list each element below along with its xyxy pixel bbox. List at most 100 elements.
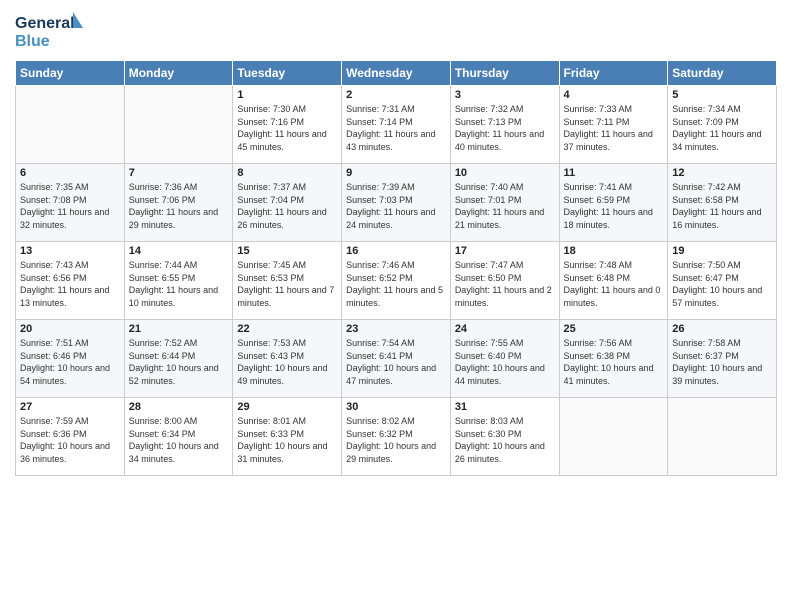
calendar-cell: 29 Sunrise: 8:01 AM Sunset: 6:33 PM Dayli… — [233, 398, 342, 476]
day-number: 10 — [455, 167, 555, 179]
day-info: Sunrise: 7:59 AM Sunset: 6:36 PM Dayligh… — [20, 415, 120, 465]
calendar-cell — [668, 398, 777, 476]
calendar-cell: 24 Sunrise: 7:55 AM Sunset: 6:40 PM Dayli… — [450, 320, 559, 398]
day-info: Sunrise: 7:39 AM Sunset: 7:03 PM Dayligh… — [346, 181, 446, 231]
calendar-cell: 27 Sunrise: 7:59 AM Sunset: 6:36 PM Dayli… — [16, 398, 125, 476]
calendar-header-thursday: Thursday — [450, 61, 559, 86]
day-info: Sunrise: 7:31 AM Sunset: 7:14 PM Dayligh… — [346, 103, 446, 153]
calendar-week-row: 1 Sunrise: 7:30 AM Sunset: 7:16 PM Daylig… — [16, 86, 777, 164]
day-number: 27 — [20, 401, 120, 413]
day-info: Sunrise: 7:46 AM Sunset: 6:52 PM Dayligh… — [346, 259, 446, 309]
calendar-cell: 21 Sunrise: 7:52 AM Sunset: 6:44 PM Dayli… — [124, 320, 233, 398]
day-number: 20 — [20, 323, 120, 335]
calendar-cell: 7 Sunrise: 7:36 AM Sunset: 7:06 PM Daylig… — [124, 164, 233, 242]
calendar-header-row: SundayMondayTuesdayWednesdayThursdayFrid… — [16, 61, 777, 86]
day-info: Sunrise: 7:36 AM Sunset: 7:06 PM Dayligh… — [129, 181, 229, 231]
calendar-cell: 9 Sunrise: 7:39 AM Sunset: 7:03 PM Daylig… — [342, 164, 451, 242]
day-number: 13 — [20, 245, 120, 257]
calendar-cell: 26 Sunrise: 7:58 AM Sunset: 6:37 PM Dayli… — [668, 320, 777, 398]
calendar-cell: 13 Sunrise: 7:43 AM Sunset: 6:56 PM Dayli… — [16, 242, 125, 320]
calendar-cell: 30 Sunrise: 8:02 AM Sunset: 6:32 PM Dayli… — [342, 398, 451, 476]
calendar-header-tuesday: Tuesday — [233, 61, 342, 86]
day-number: 18 — [564, 245, 664, 257]
day-info: Sunrise: 7:47 AM Sunset: 6:50 PM Dayligh… — [455, 259, 555, 309]
calendar-cell: 6 Sunrise: 7:35 AM Sunset: 7:08 PM Daylig… — [16, 164, 125, 242]
day-info: Sunrise: 7:32 AM Sunset: 7:13 PM Dayligh… — [455, 103, 555, 153]
calendar-cell: 23 Sunrise: 7:54 AM Sunset: 6:41 PM Dayli… — [342, 320, 451, 398]
day-number: 23 — [346, 323, 446, 335]
svg-text:General: General — [15, 15, 75, 32]
day-number: 17 — [455, 245, 555, 257]
day-number: 9 — [346, 167, 446, 179]
logo: GeneralBlue — [15, 10, 85, 52]
calendar-cell: 17 Sunrise: 7:47 AM Sunset: 6:50 PM Dayli… — [450, 242, 559, 320]
page-header: GeneralBlue — [15, 10, 777, 52]
calendar-cell: 4Sunrise: 7:33 AM Sunset: 7:11 PM Daylig… — [559, 86, 668, 164]
calendar-cell — [559, 398, 668, 476]
logo-svg: GeneralBlue — [15, 10, 85, 52]
day-info: Sunrise: 7:56 AM Sunset: 6:38 PM Dayligh… — [564, 337, 664, 387]
day-number: 14 — [129, 245, 229, 257]
day-info: Sunrise: 7:40 AM Sunset: 7:01 PM Dayligh… — [455, 181, 555, 231]
day-info: Sunrise: 8:03 AM Sunset: 6:30 PM Dayligh… — [455, 415, 555, 465]
calendar-table: SundayMondayTuesdayWednesdayThursdayFrid… — [15, 60, 777, 476]
day-info: Sunrise: 7:43 AM Sunset: 6:56 PM Dayligh… — [20, 259, 120, 309]
day-number: 24 — [455, 323, 555, 335]
calendar-cell: 11Sunrise: 7:41 AM Sunset: 6:59 PM Dayli… — [559, 164, 668, 242]
day-info: Sunrise: 8:01 AM Sunset: 6:33 PM Dayligh… — [237, 415, 337, 465]
day-info: Sunrise: 7:51 AM Sunset: 6:46 PM Dayligh… — [20, 337, 120, 387]
calendar-cell: 12Sunrise: 7:42 AM Sunset: 6:58 PM Dayli… — [668, 164, 777, 242]
calendar-cell — [124, 86, 233, 164]
calendar-cell: 31 Sunrise: 8:03 AM Sunset: 6:30 PM Dayli… — [450, 398, 559, 476]
day-info: Sunrise: 7:44 AM Sunset: 6:55 PM Dayligh… — [129, 259, 229, 309]
day-number: 25 — [564, 323, 664, 335]
day-info: Sunrise: 7:53 AM Sunset: 6:43 PM Dayligh… — [237, 337, 337, 387]
calendar-cell: 18 Sunrise: 7:48 AM Sunset: 6:48 PM Dayli… — [559, 242, 668, 320]
day-info: Sunrise: 7:35 AM Sunset: 7:08 PM Dayligh… — [20, 181, 120, 231]
calendar-week-row: 13 Sunrise: 7:43 AM Sunset: 6:56 PM Dayli… — [16, 242, 777, 320]
calendar-cell: 1 Sunrise: 7:30 AM Sunset: 7:16 PM Daylig… — [233, 86, 342, 164]
day-number: 19 — [672, 245, 772, 257]
day-number: 6 — [20, 167, 120, 179]
day-number: 29 — [237, 401, 337, 413]
day-number: 7 — [129, 167, 229, 179]
day-number: 21 — [129, 323, 229, 335]
day-info: Sunrise: 7:30 AM Sunset: 7:16 PM Dayligh… — [237, 103, 337, 153]
calendar-cell: 20 Sunrise: 7:51 AM Sunset: 6:46 PM Dayli… — [16, 320, 125, 398]
day-number: 15 — [237, 245, 337, 257]
calendar-cell: 16 Sunrise: 7:46 AM Sunset: 6:52 PM Dayli… — [342, 242, 451, 320]
day-number: 16 — [346, 245, 446, 257]
day-info: Sunrise: 7:54 AM Sunset: 6:41 PM Dayligh… — [346, 337, 446, 387]
calendar-header-sunday: Sunday — [16, 61, 125, 86]
calendar-cell: 10 Sunrise: 7:40 AM Sunset: 7:01 PM Dayli… — [450, 164, 559, 242]
day-number: 2 — [346, 89, 446, 101]
calendar-cell: 2 Sunrise: 7:31 AM Sunset: 7:14 PM Daylig… — [342, 86, 451, 164]
day-info: Sunrise: 7:37 AM Sunset: 7:04 PM Dayligh… — [237, 181, 337, 231]
day-info: Sunrise: 7:50 AM Sunset: 6:47 PM Dayligh… — [672, 259, 772, 309]
day-number: 1 — [237, 89, 337, 101]
calendar-cell: 25 Sunrise: 7:56 AM Sunset: 6:38 PM Dayli… — [559, 320, 668, 398]
day-number: 31 — [455, 401, 555, 413]
calendar-week-row: 27 Sunrise: 7:59 AM Sunset: 6:36 PM Dayli… — [16, 398, 777, 476]
day-number: 22 — [237, 323, 337, 335]
day-info: Sunrise: 7:34 AM Sunset: 7:09 PM Dayligh… — [672, 103, 772, 153]
day-info: Sunrise: 8:02 AM Sunset: 6:32 PM Dayligh… — [346, 415, 446, 465]
day-number: 26 — [672, 323, 772, 335]
day-info: Sunrise: 7:58 AM Sunset: 6:37 PM Dayligh… — [672, 337, 772, 387]
calendar-cell: 3Sunrise: 7:32 AM Sunset: 7:13 PM Daylig… — [450, 86, 559, 164]
day-number: 8 — [237, 167, 337, 179]
day-number: 11 — [564, 167, 664, 179]
svg-text:Blue: Blue — [15, 33, 50, 50]
day-info: Sunrise: 7:48 AM Sunset: 6:48 PM Dayligh… — [564, 259, 664, 309]
day-info: Sunrise: 7:45 AM Sunset: 6:53 PM Dayligh… — [237, 259, 337, 309]
calendar-cell — [16, 86, 125, 164]
calendar-cell: 8 Sunrise: 7:37 AM Sunset: 7:04 PM Daylig… — [233, 164, 342, 242]
calendar-header-saturday: Saturday — [668, 61, 777, 86]
calendar-cell: 15 Sunrise: 7:45 AM Sunset: 6:53 PM Dayli… — [233, 242, 342, 320]
day-number: 28 — [129, 401, 229, 413]
day-info: Sunrise: 7:55 AM Sunset: 6:40 PM Dayligh… — [455, 337, 555, 387]
calendar-week-row: 20 Sunrise: 7:51 AM Sunset: 6:46 PM Dayli… — [16, 320, 777, 398]
day-number: 30 — [346, 401, 446, 413]
day-info: Sunrise: 7:52 AM Sunset: 6:44 PM Dayligh… — [129, 337, 229, 387]
day-info: Sunrise: 8:00 AM Sunset: 6:34 PM Dayligh… — [129, 415, 229, 465]
